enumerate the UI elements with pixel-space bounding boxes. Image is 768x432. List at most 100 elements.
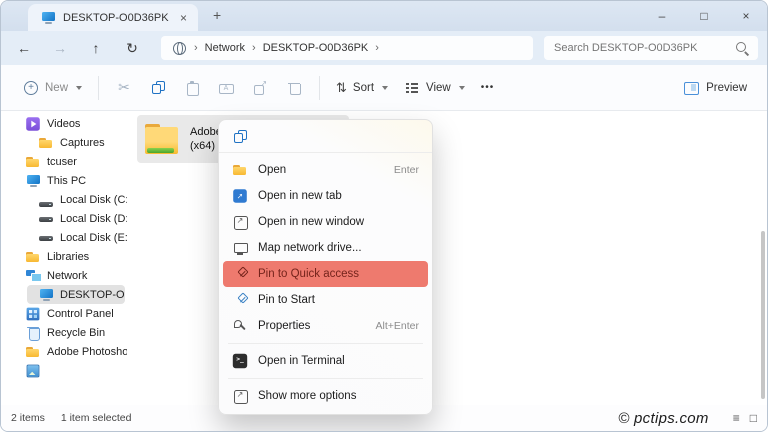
cut-icon: ✂ bbox=[118, 79, 130, 96]
menu-item-label: Properties bbox=[258, 320, 310, 332]
command-toolbar: New ✂ ⇅ Sort View ••• Preview bbox=[1, 65, 767, 111]
menu-item-label: Pin to Quick access bbox=[258, 268, 359, 280]
sidebar-item[interactable]: Local Disk (D:) bbox=[1, 209, 127, 228]
sidebar-item[interactable]: Captures bbox=[1, 133, 127, 152]
menu-item-label: Open in Terminal bbox=[258, 355, 345, 367]
menu-item-label: Map network drive... bbox=[258, 242, 362, 254]
preview-toggle[interactable]: Preview bbox=[683, 80, 747, 96]
navigation-sidebar: Videos Captures tcuser This PC bbox=[1, 111, 127, 405]
sidebar-item-icon bbox=[25, 173, 41, 189]
forward-button[interactable]: → bbox=[47, 40, 73, 56]
context-menu-item[interactable]: Open in Terminal bbox=[223, 348, 428, 374]
search-box[interactable] bbox=[544, 36, 758, 60]
chevron-right-icon: › bbox=[375, 42, 379, 54]
sort-arrows-icon: ⇅ bbox=[336, 80, 347, 96]
sidebar-item-icon bbox=[25, 344, 41, 360]
context-menu-item[interactable] bbox=[228, 343, 423, 344]
view-list-icon bbox=[404, 80, 420, 96]
menu-item-icon bbox=[232, 292, 248, 308]
chevron-right-icon: › bbox=[252, 42, 256, 54]
tab-close-icon[interactable]: × bbox=[177, 11, 190, 25]
sidebar-item-label: Captures bbox=[60, 137, 105, 149]
breadcrumb-computer[interactable]: DESKTOP-O0D36PK bbox=[263, 42, 369, 54]
sidebar-item[interactable]: DESKTOP-O0D bbox=[27, 285, 125, 304]
details-view-toggle[interactable]: ≡ bbox=[733, 411, 740, 425]
copy-button[interactable] bbox=[141, 72, 175, 104]
up-button[interactable]: ↑ bbox=[83, 40, 109, 56]
sort-button[interactable]: ⇅ Sort bbox=[328, 74, 396, 102]
context-menu-item[interactable]: Show more options bbox=[223, 383, 428, 409]
close-button[interactable]: × bbox=[725, 1, 767, 31]
more-options-button[interactable]: ••• bbox=[473, 76, 503, 99]
large-icons-view-toggle[interactable]: □ bbox=[750, 411, 757, 425]
context-menu-item[interactable] bbox=[228, 378, 423, 379]
view-button[interactable]: View bbox=[396, 74, 473, 102]
context-menu-item[interactable]: Map network drive... bbox=[223, 235, 428, 261]
context-menu-item[interactable]: Pin to Start bbox=[223, 287, 428, 313]
breadcrumb-network[interactable]: Network bbox=[205, 42, 245, 54]
menu-item-icon bbox=[232, 240, 248, 256]
rename-icon bbox=[218, 80, 234, 96]
context-menu-item[interactable]: Properties Alt+Enter bbox=[223, 313, 428, 339]
menu-item-icon bbox=[233, 354, 247, 368]
sidebar-item[interactable]: Local Disk (E:) bbox=[1, 228, 127, 247]
search-icon bbox=[734, 40, 750, 56]
delete-button[interactable] bbox=[277, 72, 311, 104]
context-menu-item[interactable]: Pin to Quick access bbox=[223, 261, 428, 287]
sidebar-item-icon bbox=[27, 364, 40, 377]
sidebar-item-label: Network bbox=[47, 270, 87, 282]
maximize-button[interactable]: □ bbox=[683, 1, 725, 31]
search-input[interactable] bbox=[554, 42, 734, 54]
sidebar-item-label: DESKTOP-O0D bbox=[60, 289, 125, 301]
sidebar-item-icon bbox=[25, 249, 41, 265]
rename-button[interactable] bbox=[209, 72, 243, 104]
paste-button[interactable] bbox=[175, 72, 209, 104]
sidebar-item-icon bbox=[38, 211, 54, 227]
sidebar-item[interactable]: Control Panel bbox=[1, 304, 127, 323]
watermark: © pctips.com bbox=[618, 410, 709, 427]
network-globe-icon bbox=[171, 40, 187, 56]
menu-item-label: Open in new tab bbox=[258, 190, 342, 202]
minimize-button[interactable]: – bbox=[641, 1, 683, 31]
navigation-bar: ← → ↑ ↻ › Network › DESKTOP-O0D36PK › bbox=[1, 31, 767, 65]
share-button[interactable] bbox=[243, 72, 277, 104]
sidebar-item-label: Local Disk (E:) bbox=[60, 232, 127, 244]
sidebar-item[interactable]: Local Disk (C:) bbox=[1, 190, 127, 209]
menu-item-label: Open bbox=[258, 164, 286, 176]
sidebar-item[interactable] bbox=[1, 361, 127, 380]
context-menu-item[interactable]: Open in new tab bbox=[223, 183, 428, 209]
sidebar-item-icon bbox=[25, 325, 41, 341]
sidebar-item[interactable]: This PC bbox=[1, 171, 127, 190]
sidebar-item-icon bbox=[38, 135, 54, 151]
menu-item-label: Pin to Start bbox=[258, 294, 315, 306]
chevron-right-icon: › bbox=[194, 42, 198, 54]
sidebar-item-label: Videos bbox=[47, 118, 80, 130]
back-button[interactable]: ← bbox=[11, 40, 37, 56]
breadcrumb[interactable]: › Network › DESKTOP-O0D36PK › bbox=[161, 36, 533, 60]
titlebar: DESKTOP-O0D36PK × + – □ × bbox=[1, 1, 767, 31]
computer-icon bbox=[40, 10, 56, 26]
sidebar-item-label: Control Panel bbox=[47, 308, 114, 320]
menu-item-shortcut: Alt+Enter bbox=[376, 320, 419, 332]
sidebar-item-icon bbox=[38, 192, 54, 208]
menu-item-shortcut: Enter bbox=[394, 164, 419, 176]
context-menu-item[interactable]: Open in new window bbox=[223, 209, 428, 235]
cut-button[interactable]: ✂ bbox=[107, 72, 141, 104]
sidebar-item[interactable]: Network bbox=[1, 266, 127, 285]
new-tab-button[interactable]: + bbox=[213, 7, 221, 23]
copy-icon[interactable] bbox=[232, 128, 248, 144]
sidebar-item[interactable]: Videos bbox=[1, 114, 127, 133]
explorer-tab[interactable]: DESKTOP-O0D36PK × bbox=[28, 4, 198, 31]
sidebar-item[interactable]: Recycle Bin bbox=[1, 323, 127, 342]
menu-item-icon bbox=[232, 214, 248, 230]
menu-item-icon bbox=[232, 318, 248, 334]
context-menu-item[interactable]: Open Enter bbox=[223, 157, 428, 183]
sidebar-item-label: This PC bbox=[47, 175, 86, 187]
sidebar-item[interactable]: Adobe Photosho bbox=[1, 342, 127, 361]
menu-item-icon bbox=[232, 388, 248, 404]
sidebar-item[interactable]: tcuser bbox=[1, 152, 127, 171]
refresh-button[interactable]: ↻ bbox=[119, 40, 145, 57]
sidebar-item[interactable]: Libraries bbox=[1, 247, 127, 266]
share-icon bbox=[252, 80, 268, 96]
new-button[interactable]: New bbox=[15, 74, 90, 102]
